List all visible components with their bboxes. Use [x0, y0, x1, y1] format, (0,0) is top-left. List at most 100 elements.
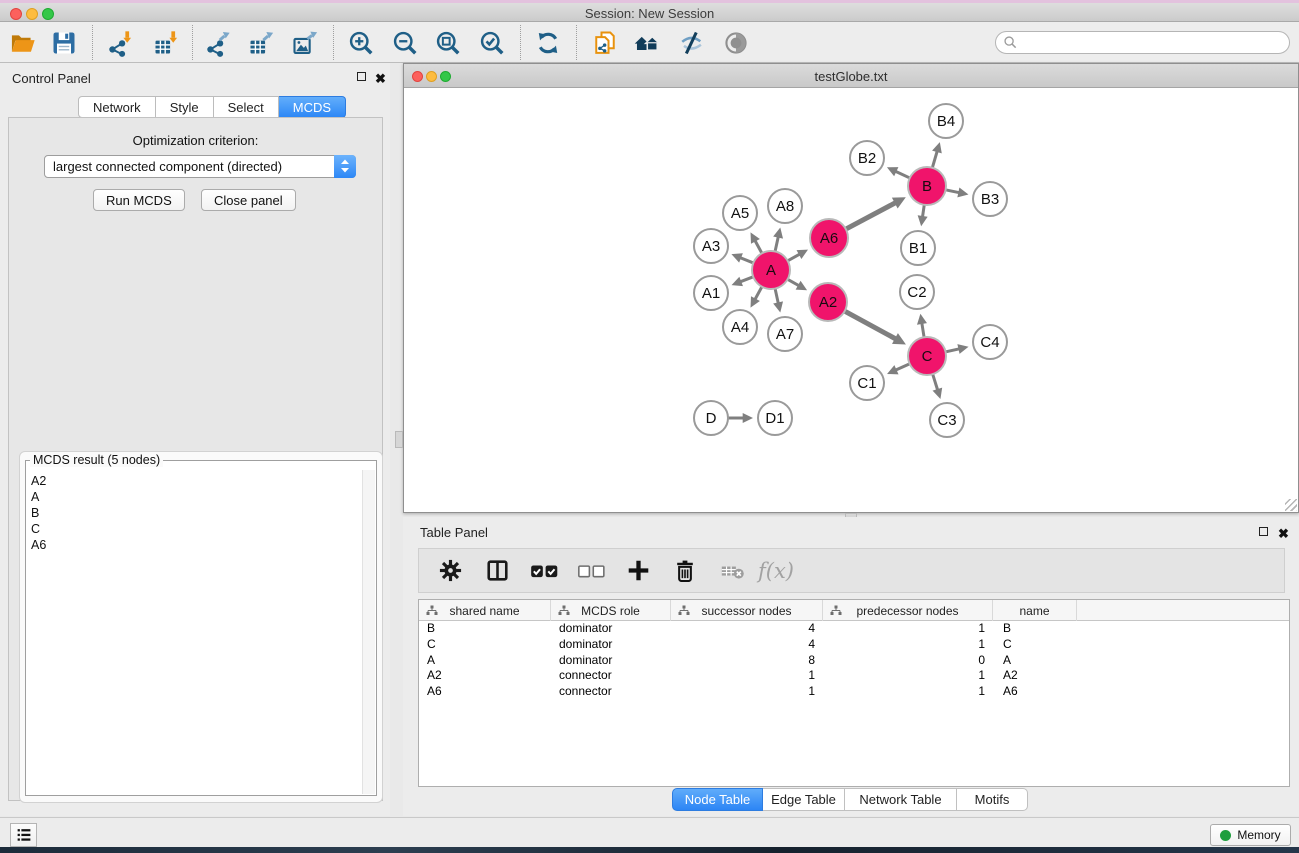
column-header-predecessor-nodes[interactable]: predecessor nodes [823, 600, 993, 621]
column-header-shared-name[interactable]: shared name [419, 600, 551, 621]
network-view-window: testGlobe.txt B4B2BB3B1A5A8A6A3AA1A2C2A4… [403, 63, 1299, 513]
table-cell[interactable]: connector [551, 684, 671, 700]
close-panel-icon[interactable]: ✖ [375, 72, 386, 85]
column-header-successor-nodes[interactable]: successor nodes [671, 600, 823, 621]
table-cell[interactable]: B [419, 621, 551, 637]
refresh-view-icon[interactable] [530, 25, 566, 61]
tab-network[interactable]: Network [78, 96, 156, 118]
tab-node-table[interactable]: Node Table [672, 788, 763, 811]
criterion-dropdown[interactable]: largest connected component (directed) [44, 155, 356, 178]
table-cell[interactable]: C [993, 637, 1077, 653]
float-panel-icon[interactable] [1259, 527, 1268, 536]
memory-button[interactable]: Memory [1210, 824, 1291, 846]
settings-gear-icon[interactable] [433, 554, 467, 588]
export-table-icon[interactable] [243, 25, 279, 61]
network-window-titlebar[interactable]: testGlobe.txt [404, 64, 1298, 88]
table-cell[interactable]: dominator [551, 637, 671, 653]
tab-network-table[interactable]: Network Table [845, 788, 957, 811]
close-panel-button[interactable]: Close panel [201, 189, 296, 211]
table-cell[interactable]: 1 [671, 668, 823, 684]
table-cell[interactable]: 4 [671, 637, 823, 653]
float-panel-icon[interactable] [357, 72, 366, 81]
graph-edge-A2-C[interactable] [843, 310, 896, 339]
save-session-icon[interactable] [46, 25, 82, 61]
preview-eye-icon[interactable] [718, 25, 754, 61]
table-cell[interactable]: 1 [823, 621, 993, 637]
table-cell[interactable]: A6 [993, 684, 1077, 700]
table-row[interactable]: Adominator80A [419, 653, 1289, 669]
graph-edge-A6-B[interactable] [844, 203, 896, 230]
mcds-result-title: MCDS result (5 nodes) [30, 453, 163, 467]
table-cell[interactable]: B [993, 621, 1077, 637]
tab-mcds[interactable]: MCDS [279, 96, 346, 118]
mcds-result-item[interactable]: A6 [31, 537, 363, 553]
mcds-result-list[interactable]: A2ABCA6 [27, 470, 363, 794]
table-cell[interactable]: 0 [823, 653, 993, 669]
run-mcds-button[interactable]: Run MCDS [93, 189, 185, 211]
select-all-checkboxes-icon[interactable] [527, 554, 561, 588]
export-network-icon[interactable] [200, 25, 236, 61]
main-titlebar[interactable]: Session: New Session [0, 3, 1299, 22]
table-cell[interactable]: 8 [671, 653, 823, 669]
search-box[interactable] [995, 31, 1290, 54]
import-table-icon[interactable] [148, 25, 184, 61]
memory-label: Memory [1237, 828, 1280, 842]
table-cell[interactable]: dominator [551, 621, 671, 637]
table-cell[interactable]: 1 [823, 637, 993, 653]
network-graph[interactable]: B4B2BB3B1A5A8A6A3AA1A2C2A4A7C4CC1C3DD1 [404, 89, 1298, 512]
zoom-out-icon[interactable] [387, 25, 423, 61]
table-cell[interactable]: 1 [823, 668, 993, 684]
graph-node-label: D1 [765, 410, 784, 427]
table-cell[interactable]: A [419, 653, 551, 669]
zoom-selected-icon[interactable] [474, 25, 510, 61]
function-builder-icon[interactable]: f(x) [758, 559, 794, 583]
tab-select[interactable]: Select [214, 96, 279, 118]
tab-motifs[interactable]: Motifs [957, 788, 1028, 811]
table-row[interactable]: A6connector11A6 [419, 684, 1289, 700]
table-cell[interactable]: C [419, 637, 551, 653]
column-header-name[interactable]: name [993, 600, 1077, 621]
zoom-fit-icon[interactable] [430, 25, 466, 61]
table-row[interactable]: A2connector11A2 [419, 668, 1289, 684]
table-cell[interactable]: A6 [419, 684, 551, 700]
search-input[interactable] [1022, 36, 1289, 50]
export-image-icon[interactable] [287, 25, 323, 61]
table-cell[interactable]: 1 [823, 684, 993, 700]
table-cell[interactable]: A2 [419, 668, 551, 684]
table-cell[interactable]: A [993, 653, 1077, 669]
close-panel-icon[interactable]: ✖ [1278, 527, 1289, 540]
mcds-result-item[interactable]: C [31, 521, 363, 537]
table-cell[interactable]: 1 [671, 684, 823, 700]
table-cell[interactable]: A2 [993, 668, 1077, 684]
delete-column-icon[interactable] [668, 554, 702, 588]
home-icon[interactable] [629, 25, 665, 61]
table-cell[interactable]: connector [551, 668, 671, 684]
mcds-result-scrollbar[interactable] [362, 470, 375, 794]
delete-table-icon[interactable] [715, 554, 749, 588]
resize-grip-icon[interactable] [1285, 499, 1297, 511]
hide-graphics-details-icon[interactable] [673, 25, 709, 61]
table-cell[interactable]: dominator [551, 653, 671, 669]
import-network-icon[interactable] [102, 25, 138, 61]
mcds-result-item[interactable]: B [31, 505, 363, 521]
column-view-icon[interactable] [480, 554, 514, 588]
column-header-MCDS-role[interactable]: MCDS role [551, 600, 671, 621]
vertical-divider-handle[interactable] [395, 431, 403, 448]
zoom-in-icon[interactable] [343, 25, 379, 61]
table-cell[interactable]: 4 [671, 621, 823, 637]
deselect-all-checkboxes-icon[interactable] [574, 554, 608, 588]
task-history-icon[interactable] [10, 823, 37, 847]
tab-style[interactable]: Style [156, 96, 214, 118]
mcds-result-item[interactable]: A [31, 489, 363, 505]
mcds-result-item[interactable]: A2 [31, 473, 363, 489]
graph-arrowhead [743, 413, 753, 423]
open-session-icon[interactable] [5, 25, 41, 61]
network-canvas[interactable]: B4B2BB3B1A5A8A6A3AA1A2C2A4A7C4CC1C3DD1 [404, 89, 1298, 512]
table-row[interactable]: Bdominator41B [419, 621, 1289, 637]
tab-edge-table[interactable]: Edge Table [763, 788, 845, 811]
clone-network-icon[interactable] [587, 25, 623, 61]
table-row[interactable]: Cdominator41C [419, 637, 1289, 653]
add-column-icon[interactable] [621, 554, 655, 588]
node-table[interactable]: shared name MCDS role successor nodesprede… [418, 599, 1290, 787]
column-header-label: MCDS role [581, 604, 640, 618]
